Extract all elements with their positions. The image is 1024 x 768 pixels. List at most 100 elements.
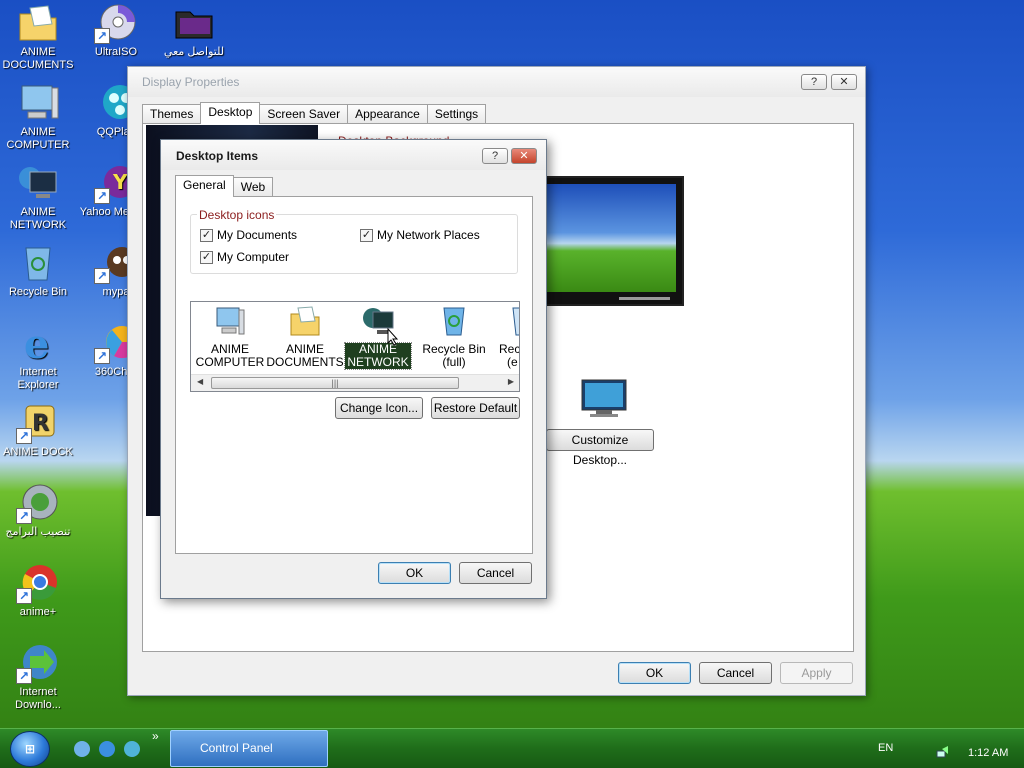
list-item-recycle-bin-empty[interactable]: Rec (e (491, 304, 519, 369)
close-button[interactable]: ✕ (511, 148, 537, 164)
network-tray-icon[interactable] (936, 745, 950, 759)
shortcut-arrow-icon: ↗ (94, 188, 110, 204)
desktop-icon-contact-folder[interactable]: للتواصل معي (156, 2, 232, 59)
desktop-icon-anime-network[interactable]: ANIME NETWORK (0, 162, 76, 232)
list-item-label: NETWORK (347, 355, 409, 369)
desktop-icon-label: ANIME DOCUMENTS (2, 46, 74, 71)
window-title: Display Properties (128, 67, 865, 97)
shortcut-arrow-icon: ↗ (94, 348, 110, 364)
desktop-icon-internet-explorer[interactable]: e Internet Explorer (0, 321, 76, 392)
tab-settings[interactable]: Settings (426, 104, 487, 124)
list-item-recycle-bin-full[interactable]: Recycle Bin (full) (415, 304, 493, 369)
taskbar-preview (619, 297, 670, 300)
taskbar: ⊞ » Control Panel EN 1:12 AM (0, 728, 1024, 768)
clock[interactable]: 1:12 AM (968, 747, 1008, 759)
checkbox-label: My Documents (217, 228, 298, 242)
list-item-anime-network[interactable]: ANIME NETWORK (339, 304, 417, 370)
desktop-icons-label: Desktop icons (197, 208, 277, 222)
scroll-left-icon[interactable]: ◀ (197, 377, 203, 386)
desktop-icon-label: ANIME COMPUTER (6, 126, 70, 151)
download-manager-icon: ↗ (16, 642, 60, 684)
desktop-icon-internet-download-manager[interactable]: ↗ Internet Downlo... (0, 642, 76, 712)
desktop-items-dialog: Desktop Items ? ✕ General Web Desktop ic… (160, 139, 547, 599)
general-tab-panel: Desktop icons ✓ My Documents ✓ My Networ… (175, 196, 533, 554)
list-item-label: COMPUTER (195, 355, 265, 369)
checkbox-label: My Network Places (377, 228, 480, 242)
shortcut-arrow-icon: ↗ (16, 668, 32, 684)
shortcut-arrow-icon: ↗ (16, 428, 32, 444)
shortcut-arrow-icon: ↗ (16, 508, 32, 524)
tab-web[interactable]: Web (232, 177, 274, 197)
desktop-icon-anime-computer[interactable]: ANIME COMPUTER (0, 82, 76, 152)
help-button[interactable]: ? (482, 148, 508, 164)
apply-button[interactable]: Apply (780, 662, 853, 684)
tab-screen-saver[interactable]: Screen Saver (259, 104, 349, 124)
restore-default-button[interactable]: Restore Default (431, 397, 520, 419)
desktop-icon-anime-dock[interactable]: R ↗ ANIME DOCK (0, 402, 76, 459)
monitor-preview (537, 176, 684, 306)
shortcut-arrow-icon: ↗ (94, 28, 110, 44)
list-item-label: (e (507, 355, 518, 369)
folder-icon (288, 304, 322, 338)
ok-button[interactable]: OK (378, 562, 451, 584)
desktop-icon-label: UltraISO (94, 46, 138, 58)
desktop-icon-anime-documents[interactable]: ANIME DOCUMENTS (0, 2, 76, 72)
desktop-icon-label: تنصيب البرامج (5, 526, 71, 538)
checkbox-label: My Computer (217, 250, 290, 264)
recycle-bin-icon (437, 304, 471, 338)
taskbar-button-control-panel[interactable]: Control Panel (170, 730, 328, 767)
desktop-icon-chrome[interactable]: ↗ anime+ (0, 562, 76, 619)
list-item-anime-computer[interactable]: ANIME COMPUTER (191, 304, 269, 369)
desktop-icon-label: للتواصل معي (163, 46, 225, 58)
shortcut-arrow-icon: ↗ (16, 588, 32, 604)
checkbox-my-documents[interactable]: ✓ My Documents (200, 228, 297, 242)
list-item-label: (full) (442, 355, 466, 369)
scrollbar-thumb[interactable]: ||| (211, 377, 459, 389)
checkmark-icon: ✓ (200, 228, 213, 242)
mouse-cursor-icon (387, 327, 399, 349)
desktop-icons-group: Desktop icons ✓ My Documents ✓ My Networ… (190, 208, 518, 274)
desktop-icon-label: Internet Downlo... (15, 686, 61, 711)
display-tabs: Themes Desktop Screen Saver Appearance S… (142, 102, 487, 125)
cancel-button[interactable]: Cancel (459, 562, 532, 584)
help-button[interactable]: ? (801, 74, 827, 90)
desktop-icon-label: anime+ (19, 606, 57, 618)
tab-appearance[interactable]: Appearance (347, 104, 428, 124)
scroll-right-icon[interactable]: ▶ (508, 377, 514, 386)
ok-button[interactable]: OK (618, 662, 691, 684)
desktop-icon-ultraiso[interactable]: ↗ UltraISO (78, 2, 154, 59)
desktop-icon-list[interactable]: ANIME COMPUTER ANIME DOCUMENTS ANIME NET… (190, 301, 520, 392)
desktop-icon-label: ANIME DOCK (3, 446, 73, 458)
checkmark-icon: ✓ (360, 228, 373, 242)
list-item-label: DOCUMENTS (266, 355, 344, 369)
start-button[interactable]: ⊞ (10, 731, 50, 767)
disc-icon: ↗ (94, 2, 138, 44)
shortcut-arrow-icon: ↗ (94, 268, 110, 284)
tab-general[interactable]: General (175, 175, 234, 197)
quicklaunch-explorer-icon[interactable] (74, 741, 90, 757)
desktop-icon-installer[interactable]: ↗ تنصيب البرامج (0, 482, 76, 539)
checkbox-my-computer[interactable]: ✓ My Computer (200, 250, 289, 264)
checkbox-my-network-places[interactable]: ✓ My Network Places (360, 228, 480, 242)
folder-icon (16, 2, 60, 44)
checkmark-icon: ✓ (200, 250, 213, 264)
quicklaunch-internet-explorer-icon[interactable] (99, 741, 115, 757)
language-indicator[interactable]: EN (878, 742, 893, 754)
close-button[interactable]: ✕ (831, 74, 857, 90)
cancel-button[interactable]: Cancel (699, 662, 772, 684)
change-icon-button[interactable]: Change Icon... (335, 397, 423, 419)
desktop-items-tabs: General Web (175, 175, 274, 198)
customize-desktop-button[interactable]: Customize Desktop... (546, 429, 654, 467)
computer-icon (213, 304, 247, 338)
list-item-anime-documents[interactable]: ANIME DOCUMENTS (266, 304, 344, 369)
svg-text:e: e (24, 322, 49, 364)
list-item-label-box: ANIME NETWORK (344, 342, 412, 370)
tab-themes[interactable]: Themes (142, 104, 202, 124)
quicklaunch-overflow-icon[interactable]: » (152, 729, 159, 743)
horizontal-scrollbar[interactable]: ◀ ||| ▶ (191, 374, 519, 391)
desktop-icon-recycle-bin[interactable]: Recycle Bin (0, 242, 76, 299)
monitor-icon (580, 378, 628, 420)
quicklaunch-media-icon[interactable] (124, 741, 140, 757)
tab-desktop[interactable]: Desktop (200, 102, 261, 124)
chrome-icon: ↗ (16, 562, 60, 604)
